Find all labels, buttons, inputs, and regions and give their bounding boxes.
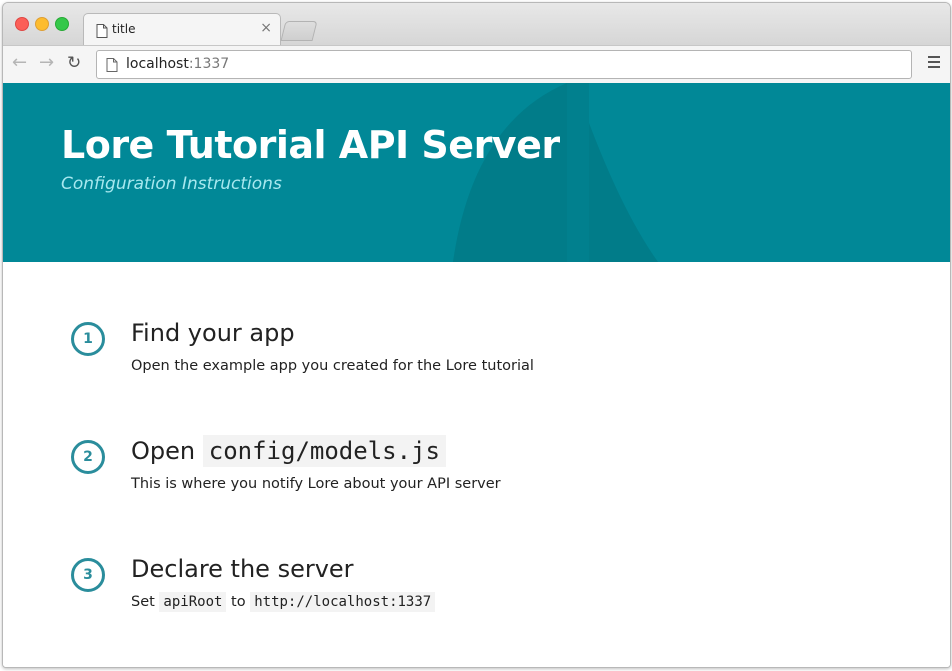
minimize-window-button[interactable] <box>35 17 49 31</box>
tab-title: title <box>112 22 136 36</box>
url-text[interactable]: localhost:1337 <box>126 56 229 72</box>
url-host: localhost <box>126 56 189 72</box>
url-port: :1337 <box>188 56 230 72</box>
address-bar[interactable]: localhost:1337 <box>96 50 912 79</box>
step-description: Set apiRoot to http://localhost:1337 <box>131 592 436 612</box>
step-desc-text: to <box>231 594 246 610</box>
step-description: This is where you notify Lore about your… <box>131 476 501 492</box>
step-desc-code: apiRoot <box>159 592 227 612</box>
step-title: Find your app <box>131 319 295 347</box>
step-description: Open the example app you created for the… <box>131 358 534 374</box>
hero-banner: Lore Tutorial API Server Configuration I… <box>3 83 950 262</box>
back-arrow-icon[interactable]: ← <box>12 54 27 72</box>
close-window-button[interactable] <box>15 17 29 31</box>
step-title: Declare the server <box>131 555 354 583</box>
step-desc-code: http://localhost:1337 <box>250 592 436 612</box>
hero-sail-decoration <box>453 83 658 262</box>
tab-strip: title × <box>3 3 950 46</box>
reload-icon[interactable]: ↻ <box>67 54 81 72</box>
forward-arrow-icon[interactable]: → <box>39 54 54 72</box>
page-icon <box>96 23 108 38</box>
step-title: Open config/models.js <box>131 435 446 467</box>
step-number-badge: 2 <box>71 440 105 474</box>
browser-tab[interactable]: title × <box>83 13 281 46</box>
new-tab-button[interactable] <box>280 21 318 41</box>
step-desc-text: Set <box>131 594 155 610</box>
step-title-code: config/models.js <box>202 435 446 467</box>
tab-close-icon[interactable]: × <box>260 20 272 36</box>
browser-window: title × ← → ↻ localhost:1337 Lore Tutori… <box>2 2 951 668</box>
hamburger-menu-icon[interactable] <box>928 56 940 71</box>
page-icon <box>106 57 118 72</box>
step-number-badge: 3 <box>71 558 105 592</box>
step-title-text: Open <box>131 437 196 465</box>
zoom-window-button[interactable] <box>55 17 69 31</box>
page-subtitle: Configuration Instructions <box>61 174 282 194</box>
browser-toolbar: ← → ↻ localhost:1337 <box>3 45 950 84</box>
page-content: Lore Tutorial API Server Configuration I… <box>3 83 950 667</box>
step-number-badge: 1 <box>71 322 105 356</box>
page-title: Lore Tutorial API Server <box>61 123 560 167</box>
